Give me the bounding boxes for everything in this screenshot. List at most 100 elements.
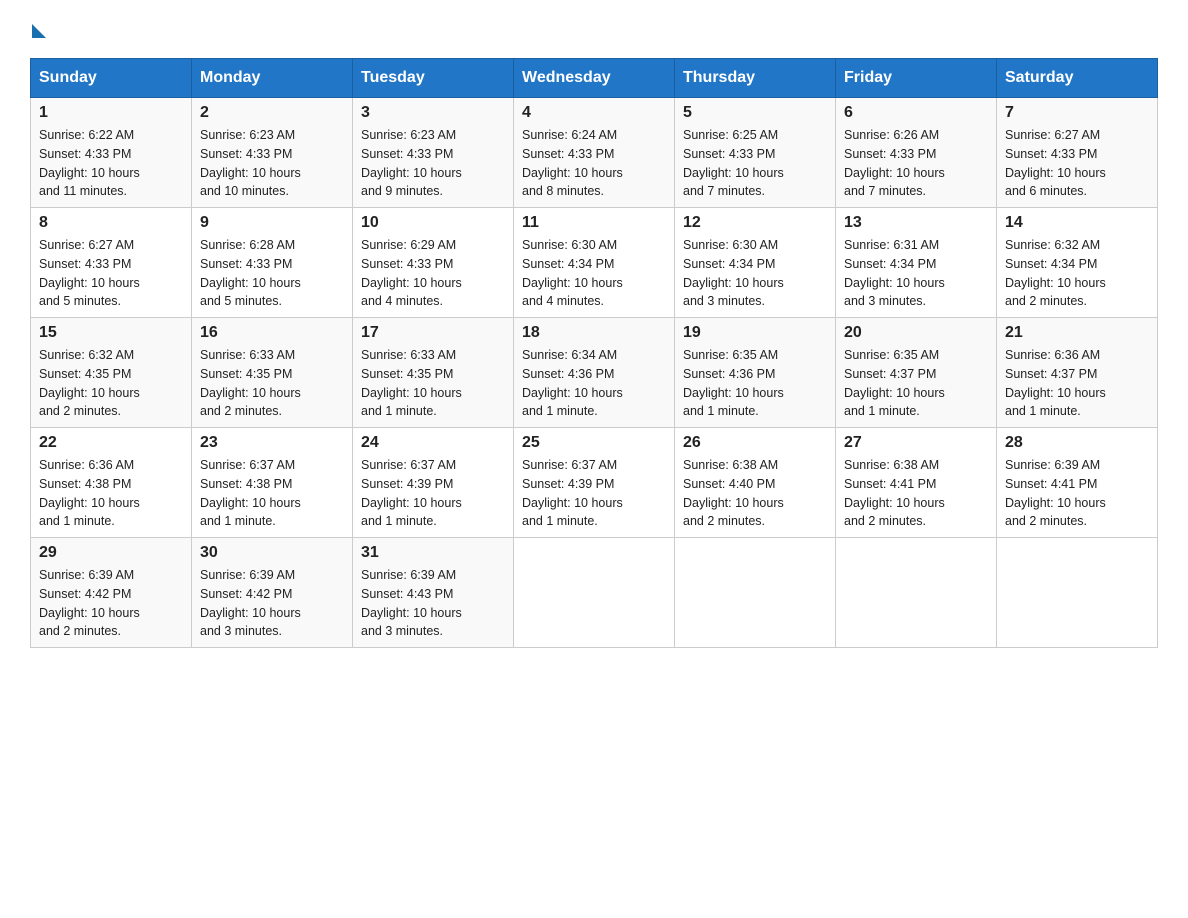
calendar-cell: 28 Sunrise: 6:39 AMSunset: 4:41 PMDaylig… <box>997 428 1158 538</box>
day-number: 28 <box>1005 434 1149 452</box>
day-info: Sunrise: 6:33 AMSunset: 4:35 PMDaylight:… <box>200 346 344 421</box>
calendar-cell: 16 Sunrise: 6:33 AMSunset: 4:35 PMDaylig… <box>192 318 353 428</box>
calendar-cell: 13 Sunrise: 6:31 AMSunset: 4:34 PMDaylig… <box>836 208 997 318</box>
calendar-cell <box>836 538 997 648</box>
day-info: Sunrise: 6:32 AMSunset: 4:35 PMDaylight:… <box>39 346 183 421</box>
calendar-cell: 6 Sunrise: 6:26 AMSunset: 4:33 PMDayligh… <box>836 98 997 208</box>
calendar-cell: 26 Sunrise: 6:38 AMSunset: 4:40 PMDaylig… <box>675 428 836 538</box>
column-header-friday: Friday <box>836 59 997 98</box>
calendar-cell: 7 Sunrise: 6:27 AMSunset: 4:33 PMDayligh… <box>997 98 1158 208</box>
day-number: 17 <box>361 324 505 342</box>
day-info: Sunrise: 6:22 AMSunset: 4:33 PMDaylight:… <box>39 126 183 201</box>
day-info: Sunrise: 6:28 AMSunset: 4:33 PMDaylight:… <box>200 236 344 311</box>
logo-triangle-icon <box>32 24 46 38</box>
calendar-week-row: 1 Sunrise: 6:22 AMSunset: 4:33 PMDayligh… <box>31 98 1158 208</box>
calendar-cell: 9 Sunrise: 6:28 AMSunset: 4:33 PMDayligh… <box>192 208 353 318</box>
calendar-cell: 31 Sunrise: 6:39 AMSunset: 4:43 PMDaylig… <box>353 538 514 648</box>
day-number: 24 <box>361 434 505 452</box>
day-number: 13 <box>844 214 988 232</box>
day-number: 30 <box>200 544 344 562</box>
calendar-cell: 3 Sunrise: 6:23 AMSunset: 4:33 PMDayligh… <box>353 98 514 208</box>
day-info: Sunrise: 6:25 AMSunset: 4:33 PMDaylight:… <box>683 126 827 201</box>
calendar-cell <box>997 538 1158 648</box>
day-info: Sunrise: 6:30 AMSunset: 4:34 PMDaylight:… <box>683 236 827 311</box>
day-info: Sunrise: 6:35 AMSunset: 4:37 PMDaylight:… <box>844 346 988 421</box>
day-number: 8 <box>39 214 183 232</box>
calendar-cell: 27 Sunrise: 6:38 AMSunset: 4:41 PMDaylig… <box>836 428 997 538</box>
day-info: Sunrise: 6:38 AMSunset: 4:40 PMDaylight:… <box>683 456 827 531</box>
calendar-cell: 12 Sunrise: 6:30 AMSunset: 4:34 PMDaylig… <box>675 208 836 318</box>
day-number: 19 <box>683 324 827 342</box>
day-info: Sunrise: 6:23 AMSunset: 4:33 PMDaylight:… <box>361 126 505 201</box>
day-number: 3 <box>361 104 505 122</box>
day-info: Sunrise: 6:37 AMSunset: 4:38 PMDaylight:… <box>200 456 344 531</box>
day-number: 18 <box>522 324 666 342</box>
column-header-saturday: Saturday <box>997 59 1158 98</box>
day-info: Sunrise: 6:38 AMSunset: 4:41 PMDaylight:… <box>844 456 988 531</box>
calendar-cell: 21 Sunrise: 6:36 AMSunset: 4:37 PMDaylig… <box>997 318 1158 428</box>
day-info: Sunrise: 6:32 AMSunset: 4:34 PMDaylight:… <box>1005 236 1149 311</box>
calendar-cell: 14 Sunrise: 6:32 AMSunset: 4:34 PMDaylig… <box>997 208 1158 318</box>
calendar-cell: 15 Sunrise: 6:32 AMSunset: 4:35 PMDaylig… <box>31 318 192 428</box>
day-info: Sunrise: 6:39 AMSunset: 4:42 PMDaylight:… <box>200 566 344 641</box>
day-number: 26 <box>683 434 827 452</box>
day-number: 2 <box>200 104 344 122</box>
day-number: 31 <box>361 544 505 562</box>
day-info: Sunrise: 6:29 AMSunset: 4:33 PMDaylight:… <box>361 236 505 311</box>
day-number: 7 <box>1005 104 1149 122</box>
day-number: 14 <box>1005 214 1149 232</box>
calendar-week-row: 22 Sunrise: 6:36 AMSunset: 4:38 PMDaylig… <box>31 428 1158 538</box>
column-header-wednesday: Wednesday <box>514 59 675 98</box>
logo <box>30 20 46 38</box>
calendar-cell: 23 Sunrise: 6:37 AMSunset: 4:38 PMDaylig… <box>192 428 353 538</box>
day-number: 20 <box>844 324 988 342</box>
day-info: Sunrise: 6:26 AMSunset: 4:33 PMDaylight:… <box>844 126 988 201</box>
calendar-cell: 22 Sunrise: 6:36 AMSunset: 4:38 PMDaylig… <box>31 428 192 538</box>
calendar-cell: 11 Sunrise: 6:30 AMSunset: 4:34 PMDaylig… <box>514 208 675 318</box>
day-number: 16 <box>200 324 344 342</box>
column-header-monday: Monday <box>192 59 353 98</box>
day-info: Sunrise: 6:27 AMSunset: 4:33 PMDaylight:… <box>39 236 183 311</box>
calendar-cell: 24 Sunrise: 6:37 AMSunset: 4:39 PMDaylig… <box>353 428 514 538</box>
day-info: Sunrise: 6:35 AMSunset: 4:36 PMDaylight:… <box>683 346 827 421</box>
column-header-thursday: Thursday <box>675 59 836 98</box>
day-number: 27 <box>844 434 988 452</box>
day-number: 21 <box>1005 324 1149 342</box>
day-number: 1 <box>39 104 183 122</box>
day-info: Sunrise: 6:36 AMSunset: 4:37 PMDaylight:… <box>1005 346 1149 421</box>
calendar-cell: 29 Sunrise: 6:39 AMSunset: 4:42 PMDaylig… <box>31 538 192 648</box>
calendar-cell: 5 Sunrise: 6:25 AMSunset: 4:33 PMDayligh… <box>675 98 836 208</box>
calendar-cell: 17 Sunrise: 6:33 AMSunset: 4:35 PMDaylig… <box>353 318 514 428</box>
column-header-tuesday: Tuesday <box>353 59 514 98</box>
day-info: Sunrise: 6:36 AMSunset: 4:38 PMDaylight:… <box>39 456 183 531</box>
calendar-cell: 8 Sunrise: 6:27 AMSunset: 4:33 PMDayligh… <box>31 208 192 318</box>
day-number: 6 <box>844 104 988 122</box>
day-number: 25 <box>522 434 666 452</box>
calendar-cell: 1 Sunrise: 6:22 AMSunset: 4:33 PMDayligh… <box>31 98 192 208</box>
page-header <box>30 20 1158 38</box>
calendar-cell: 30 Sunrise: 6:39 AMSunset: 4:42 PMDaylig… <box>192 538 353 648</box>
day-info: Sunrise: 6:39 AMSunset: 4:41 PMDaylight:… <box>1005 456 1149 531</box>
calendar-week-row: 8 Sunrise: 6:27 AMSunset: 4:33 PMDayligh… <box>31 208 1158 318</box>
day-info: Sunrise: 6:34 AMSunset: 4:36 PMDaylight:… <box>522 346 666 421</box>
day-number: 23 <box>200 434 344 452</box>
day-number: 29 <box>39 544 183 562</box>
day-number: 12 <box>683 214 827 232</box>
calendar-cell: 19 Sunrise: 6:35 AMSunset: 4:36 PMDaylig… <box>675 318 836 428</box>
calendar-cell: 18 Sunrise: 6:34 AMSunset: 4:36 PMDaylig… <box>514 318 675 428</box>
day-info: Sunrise: 6:39 AMSunset: 4:43 PMDaylight:… <box>361 566 505 641</box>
day-number: 15 <box>39 324 183 342</box>
day-number: 22 <box>39 434 183 452</box>
day-info: Sunrise: 6:39 AMSunset: 4:42 PMDaylight:… <box>39 566 183 641</box>
column-header-sunday: Sunday <box>31 59 192 98</box>
calendar-week-row: 15 Sunrise: 6:32 AMSunset: 4:35 PMDaylig… <box>31 318 1158 428</box>
day-info: Sunrise: 6:37 AMSunset: 4:39 PMDaylight:… <box>522 456 666 531</box>
day-number: 5 <box>683 104 827 122</box>
day-number: 10 <box>361 214 505 232</box>
day-info: Sunrise: 6:31 AMSunset: 4:34 PMDaylight:… <box>844 236 988 311</box>
calendar-cell <box>514 538 675 648</box>
calendar-cell: 10 Sunrise: 6:29 AMSunset: 4:33 PMDaylig… <box>353 208 514 318</box>
day-info: Sunrise: 6:27 AMSunset: 4:33 PMDaylight:… <box>1005 126 1149 201</box>
day-info: Sunrise: 6:33 AMSunset: 4:35 PMDaylight:… <box>361 346 505 421</box>
day-number: 4 <box>522 104 666 122</box>
